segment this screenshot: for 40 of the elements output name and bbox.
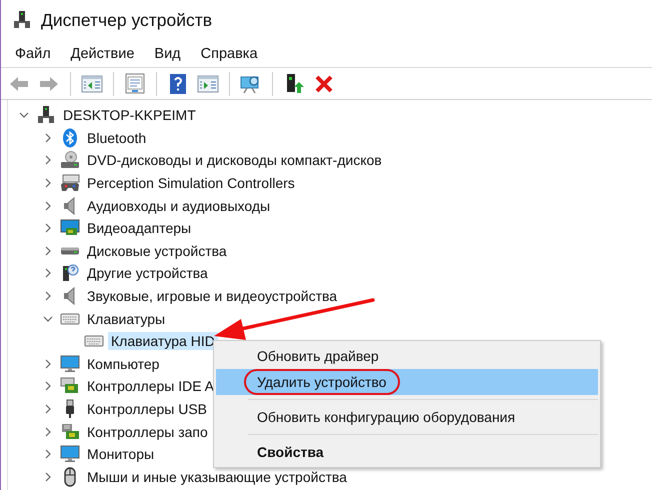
tree-item[interactable]: Видеоадаптеры — [84, 219, 194, 238]
drive-icon — [60, 246, 80, 255]
computer-icon — [36, 105, 56, 126]
properties-icon[interactable] — [124, 72, 146, 94]
help-icon[interactable] — [167, 72, 189, 94]
window-title: Диспетчер устройств — [41, 10, 212, 30]
unknown-device-icon — [60, 263, 80, 284]
computer-icon — [12, 10, 32, 30]
menu-item[interactable]: Файл — [8, 42, 58, 64]
bluetooth-icon — [60, 128, 80, 148]
monitor-icon — [60, 444, 80, 464]
tree-item[interactable]: DVD-дисководы и дисководы компакт-дисков — [84, 151, 385, 170]
disc-drive-icon — [60, 150, 80, 170]
tree-item[interactable]: Другие устройства — [84, 264, 211, 282]
tree-item[interactable]: Контроллеры USB — [84, 400, 210, 418]
panel-icon[interactable] — [81, 72, 103, 94]
tree-item[interactable]: Мониторы — [84, 445, 158, 464]
tree-item[interactable]: Мыши и иные указывающие устройства — [84, 468, 350, 486]
monitor-icon — [60, 354, 80, 374]
tree-item[interactable]: Контроллеры IDE A — [84, 377, 218, 396]
panel-icon[interactable] — [197, 72, 219, 94]
tree-item[interactable]: Контроллеры запо — [84, 422, 211, 441]
tree-item[interactable]: Клавиатуры — [84, 310, 168, 328]
menu-item[interactable]: Обновить конфигурацию оборудования — [216, 404, 598, 430]
storage-card-icon — [60, 422, 80, 442]
tree-item[interactable]: Дисковые устройства — [84, 242, 230, 260]
tree-item[interactable]: Perception Simulation Controllers — [84, 174, 298, 192]
delete-icon[interactable] — [313, 72, 335, 94]
menu-item[interactable]: Вид — [147, 42, 188, 64]
gamepad-icon — [60, 173, 80, 194]
menu-item[interactable]: Удалить устройство — [216, 369, 598, 395]
tree-item[interactable]: Bluetooth — [84, 128, 150, 147]
menu-item[interactable]: Справка — [194, 42, 265, 64]
menu-item[interactable]: Обновить драйвер — [216, 343, 598, 369]
menu-item[interactable]: Действие — [64, 42, 142, 64]
menu-item[interactable]: Свойства — [216, 439, 598, 465]
tree-item[interactable]: Аудиовходы и аудиовыходы — [84, 196, 274, 215]
tree-item[interactable]: Компьютер — [84, 354, 162, 373]
tree-item[interactable]: DESKTOP-KKPEIMT — [60, 106, 199, 124]
tree-item[interactable]: Звуковые, игровые и видеоустройства — [84, 287, 340, 306]
